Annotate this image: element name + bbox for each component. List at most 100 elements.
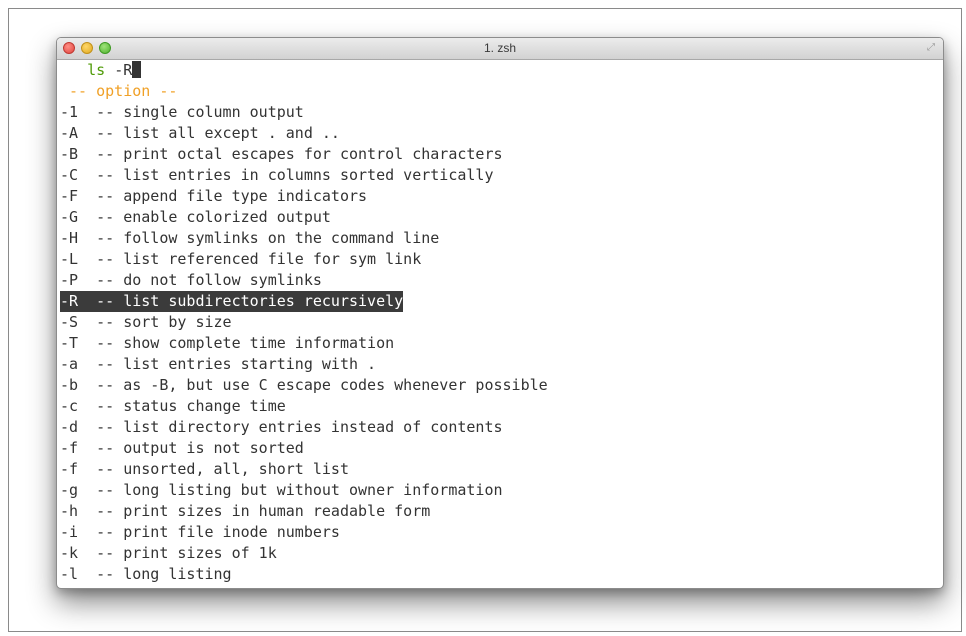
option-description: -- single column output — [96, 103, 304, 121]
completion-item[interactable]: -P -- do not follow symlinks — [60, 270, 943, 291]
option-flag: -h — [60, 502, 79, 520]
completion-text: -S -- sort by size — [60, 313, 232, 331]
completion-text: -c -- status change time — [60, 397, 286, 415]
command-argument: -R — [114, 61, 133, 79]
option-description: -- list referenced file for sym link — [96, 250, 422, 268]
completion-item[interactable]: -B -- print octal escapes for control ch… — [60, 144, 943, 165]
completion-text: -L -- list referenced file for sym link — [60, 250, 421, 268]
completion-text: -1 -- single column output — [60, 103, 304, 121]
prompt-line: ls -R — [60, 60, 943, 81]
completion-text: -G -- enable colorized output — [60, 208, 331, 226]
option-description: -- follow symlinks on the command line — [96, 229, 440, 247]
option-flag: -f — [60, 460, 79, 478]
completion-item[interactable]: -i -- print file inode numbers — [60, 522, 943, 543]
completion-text: -C -- list entries in columns sorted ver… — [60, 166, 493, 184]
completion-item[interactable]: -a -- list entries starting with . — [60, 354, 943, 375]
completion-item[interactable]: -g -- long listing but without owner inf… — [60, 480, 943, 501]
command-text: ls — [87, 61, 106, 79]
option-description: -- print file inode numbers — [96, 523, 340, 541]
option-description: -- unsorted, all, short list — [96, 460, 349, 478]
completion-text: -g -- long listing but without owner inf… — [60, 481, 503, 499]
terminal-content[interactable]: ls -R -- option -- -1 -- single column o… — [57, 60, 943, 588]
completion-item[interactable]: -h -- print sizes in human readable form — [60, 501, 943, 522]
option-description: -- show complete time information — [96, 334, 395, 352]
option-description: -- sort by size — [96, 313, 232, 331]
section-header-line: -- option -- — [60, 81, 943, 102]
completion-text: -h -- print sizes in human readable form — [60, 502, 430, 520]
completion-item[interactable]: -b -- as -B, but use C escape codes when… — [60, 375, 943, 396]
completion-item[interactable]: -H -- follow symlinks on the command lin… — [60, 228, 943, 249]
completion-item[interactable]: -C -- list entries in columns sorted ver… — [60, 165, 943, 186]
completion-item[interactable]: -T -- show complete time information — [60, 333, 943, 354]
text-cursor — [132, 61, 142, 78]
option-description: -- list entries starting with . — [96, 355, 377, 373]
option-flag: -a — [60, 355, 79, 373]
completion-text: -d -- list directory entries instead of … — [60, 418, 503, 436]
option-flag: -g — [60, 481, 79, 499]
completion-text: -i -- print file inode numbers — [60, 523, 340, 541]
completion-text: -H -- follow symlinks on the command lin… — [60, 229, 439, 247]
option-description: -- list entries in columns sorted vertic… — [96, 166, 494, 184]
option-description: -- print sizes of 1k — [96, 544, 277, 562]
completion-item[interactable]: -f -- output is not sorted — [60, 438, 943, 459]
option-flag: -L — [60, 250, 79, 268]
option-flag: -T — [60, 334, 79, 352]
completion-text: -l -- long listing — [60, 565, 232, 583]
option-flag: -B — [60, 145, 79, 163]
completion-item[interactable]: -l -- long listing — [60, 564, 943, 585]
completion-item[interactable]: -A -- list all except . and .. — [60, 123, 943, 144]
completion-text: -f -- output is not sorted — [60, 439, 304, 457]
option-description: -- list subdirectories recursively — [96, 292, 404, 310]
option-description: -- list all except . and .. — [96, 124, 340, 142]
option-description: -- print sizes in human readable form — [96, 502, 431, 520]
completion-item[interactable]: -S -- sort by size — [60, 312, 943, 333]
option-flag: -i — [60, 523, 79, 541]
option-flag: -k — [60, 544, 79, 562]
completion-item[interactable]: -d -- list directory entries instead of … — [60, 417, 943, 438]
completion-text: -k -- print sizes of 1k — [60, 544, 277, 562]
title-bar[interactable]: 1. zsh ⤢ — [57, 38, 943, 60]
option-description: -- print octal escapes for control chara… — [96, 145, 503, 163]
completion-item[interactable]: -k -- print sizes of 1k — [60, 543, 943, 564]
option-description: -- long listing — [96, 565, 232, 583]
option-flag: -G — [60, 208, 79, 226]
option-flag: -l — [60, 565, 79, 583]
completion-item[interactable]: -F -- append file type indicators — [60, 186, 943, 207]
option-flag: -F — [60, 187, 79, 205]
option-flag: -d — [60, 418, 79, 436]
option-description: -- long listing but without owner inform… — [96, 481, 503, 499]
fullscreen-icon[interactable]: ⤢ — [925, 42, 937, 54]
completion-text: -A -- list all except . and .. — [60, 124, 340, 142]
completion-item[interactable]: -G -- enable colorized output — [60, 207, 943, 228]
completion-item[interactable]: -1 -- single column output — [60, 102, 943, 123]
option-flag: -1 — [60, 103, 79, 121]
completion-text: -a -- list entries starting with . — [60, 355, 376, 373]
terminal-window: 1. zsh ⤢ ls -R -- option -- -1 -- single… — [56, 37, 944, 589]
option-description: -- as -B, but use C escape codes wheneve… — [96, 376, 548, 394]
completion-item[interactable]: -f -- unsorted, all, short list — [60, 459, 943, 480]
window-title: 1. zsh — [483, 41, 516, 55]
option-flag: -S — [60, 313, 79, 331]
completion-text: -B -- print octal escapes for control ch… — [60, 145, 503, 163]
option-description: -- append file type indicators — [96, 187, 368, 205]
completion-text: -b -- as -B, but use C escape codes when… — [60, 376, 548, 394]
option-description: -- status change time — [96, 397, 286, 415]
option-flag: -A — [60, 124, 79, 142]
completion-item[interactable]: -c -- status change time — [60, 396, 943, 417]
option-flag: -C — [60, 166, 79, 184]
option-flag: -P — [60, 271, 79, 289]
option-description: -- enable colorized output — [96, 208, 331, 226]
option-description: -- list directory entries instead of con… — [96, 418, 503, 436]
option-flag: -c — [60, 397, 79, 415]
completion-text: -f -- unsorted, all, short list — [60, 460, 349, 478]
option-description: -- output is not sorted — [96, 439, 304, 457]
completion-item[interactable]: -R -- list subdirectories recursively — [60, 291, 943, 312]
option-flag: -H — [60, 229, 79, 247]
option-flag: -f — [60, 439, 79, 457]
completion-text: -F -- append file type indicators — [60, 187, 367, 205]
completion-item[interactable]: -L -- list referenced file for sym link — [60, 249, 943, 270]
option-flag: -b — [60, 376, 79, 394]
selected-completion: -R -- list subdirectories recursively — [60, 291, 404, 312]
completion-list: -1 -- single column output -A -- list all… — [60, 102, 943, 585]
option-description: -- do not follow symlinks — [96, 271, 322, 289]
